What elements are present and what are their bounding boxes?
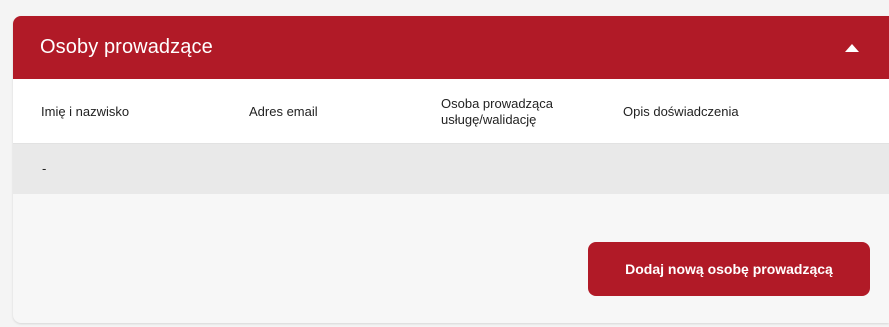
column-header-role: Osoba prowadząca usługę/walidację xyxy=(441,95,554,127)
column-header-name: Imię i nazwisko xyxy=(41,103,130,119)
instructors-panel: Osoby prowadzące Imię i nazwisko Adres e… xyxy=(13,16,889,323)
column-header-description: Opis doświadczenia xyxy=(623,103,739,119)
table-row: - xyxy=(13,144,889,194)
chevron-up-icon xyxy=(845,43,859,52)
column-header-email: Adres email xyxy=(249,103,318,119)
panel-footer: Dodaj nową osobę prowadzącą xyxy=(13,194,889,322)
add-instructor-button[interactable]: Dodaj nową osobę prowadzącą xyxy=(588,242,870,296)
panel-title: Osoby prowadzące xyxy=(40,36,213,58)
cell-name: - xyxy=(42,161,47,176)
collapse-button[interactable] xyxy=(841,37,863,59)
table-header: Imię i nazwisko Adres email Osoba prowad… xyxy=(13,79,889,144)
panel-header[interactable]: Osoby prowadzące xyxy=(13,16,889,79)
